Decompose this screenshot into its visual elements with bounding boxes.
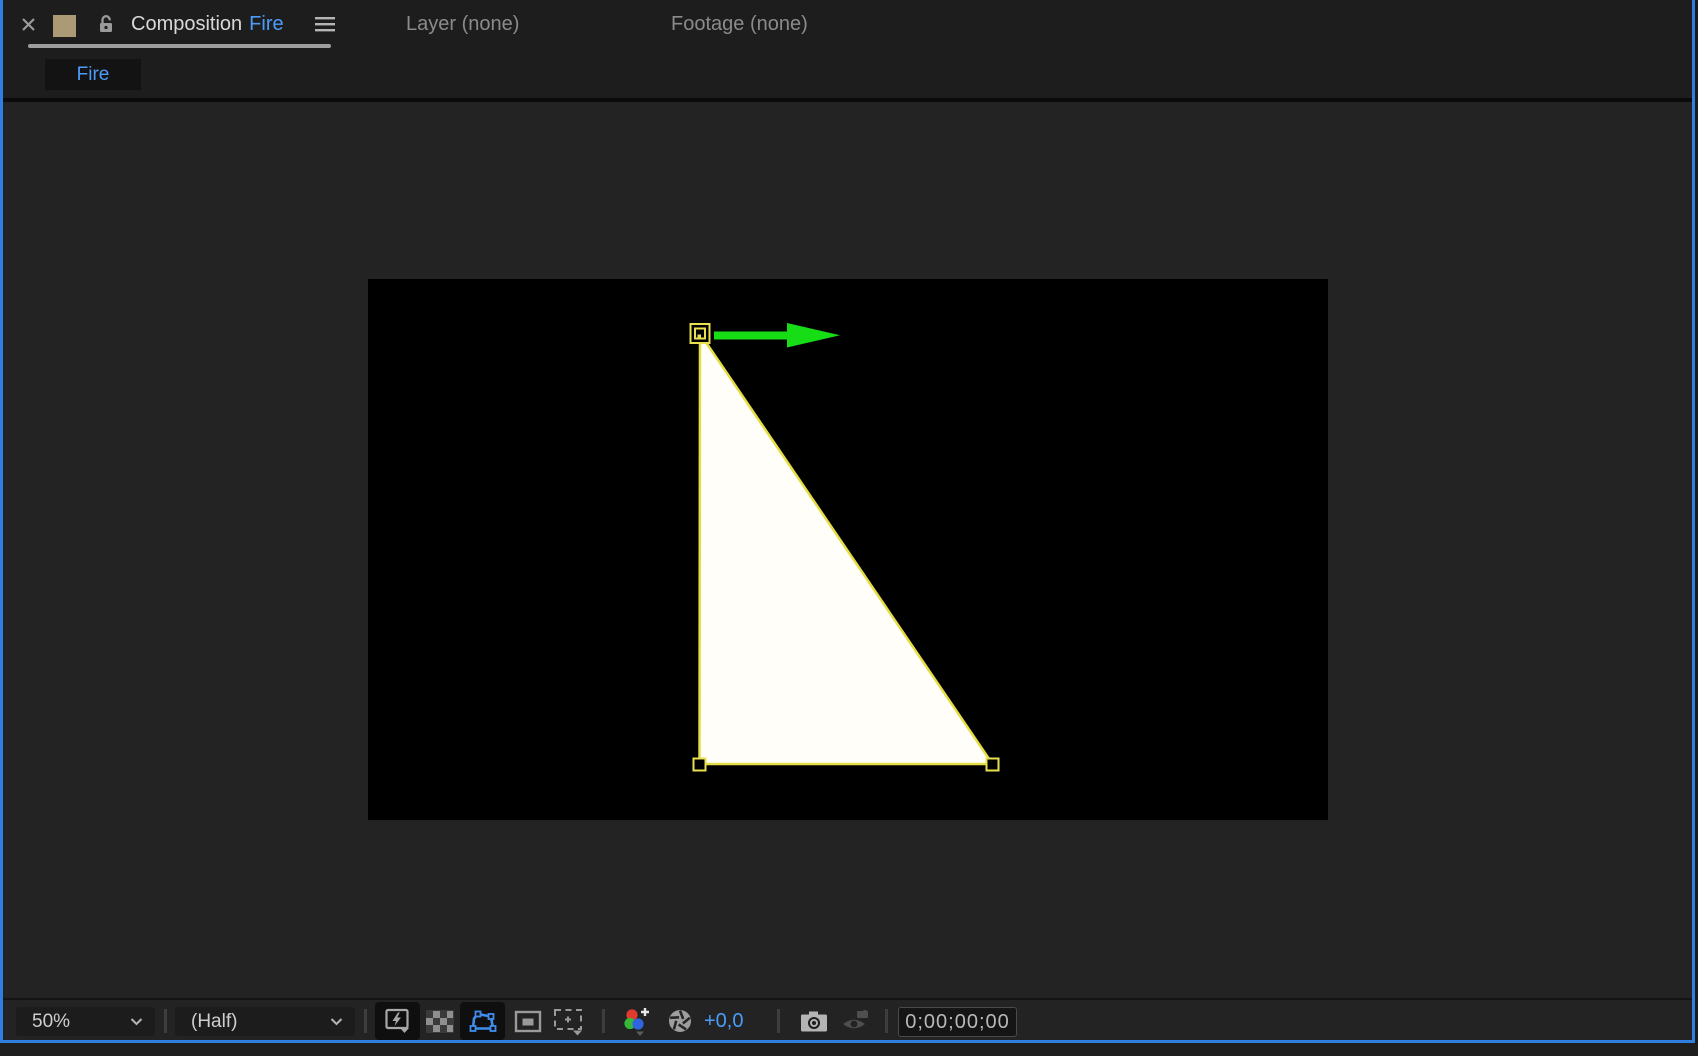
active-tab-underline bbox=[28, 44, 331, 48]
toolbar-separator bbox=[777, 1009, 780, 1033]
timecode-field[interactable]: 0;00;00;00 bbox=[898, 1007, 1017, 1037]
rgb-channels-icon bbox=[621, 1006, 653, 1037]
magnification-value: 50% bbox=[32, 1011, 70, 1033]
tab-footage[interactable]: Footage (none) bbox=[671, 0, 808, 48]
first-vertex-dot bbox=[698, 335, 702, 339]
panel-color-swatch bbox=[53, 15, 76, 37]
region-of-interest-button[interactable] bbox=[511, 1002, 545, 1040]
tab-composition[interactable]: Composition Fire bbox=[131, 0, 284, 48]
exposure-value[interactable]: +0,0 bbox=[704, 1007, 743, 1036]
grid-guides-icon bbox=[552, 1007, 586, 1036]
exposure-value-text: +0,0 bbox=[704, 1010, 743, 1033]
triangle-shape[interactable] bbox=[700, 334, 993, 765]
show-snapshot-button[interactable] bbox=[837, 1002, 875, 1040]
camera-icon bbox=[799, 1009, 829, 1033]
transparency-grid-button[interactable] bbox=[423, 1002, 457, 1040]
resolution-select[interactable]: (Half) bbox=[175, 1007, 355, 1036]
composition-panel: Composition Fire Layer (none) Footage (n… bbox=[0, 0, 1695, 1043]
magnification-select[interactable]: 50% bbox=[16, 1007, 155, 1036]
tab-layer[interactable]: Layer (none) bbox=[406, 0, 519, 48]
viewer-area[interactable] bbox=[3, 102, 1692, 998]
mask-visibility-button[interactable] bbox=[460, 1002, 505, 1040]
viewer-tab-label: Fire bbox=[77, 64, 110, 86]
tab-layer-label: Layer (none) bbox=[406, 13, 519, 36]
chevron-down-icon bbox=[330, 1018, 343, 1026]
snapshot-eye-icon bbox=[840, 1009, 872, 1034]
region-of-interest-icon bbox=[514, 1009, 542, 1033]
close-icon[interactable] bbox=[20, 0, 37, 48]
panel-header: Composition Fire Layer (none) Footage (n… bbox=[3, 0, 1692, 98]
toolbar-separator bbox=[602, 1009, 605, 1033]
tab-composition-title: Composition bbox=[131, 13, 242, 36]
exposure-reset-button[interactable] bbox=[664, 1002, 696, 1040]
grid-guides-button[interactable] bbox=[548, 1002, 590, 1040]
snapshot-button[interactable] bbox=[795, 1002, 833, 1040]
chevron-down-icon bbox=[130, 1018, 143, 1026]
tab-footage-label: Footage (none) bbox=[671, 13, 808, 36]
bottom-right-vertex-handle[interactable] bbox=[987, 759, 999, 771]
tab-composition-name: Fire bbox=[249, 13, 283, 36]
aperture-icon bbox=[667, 1008, 693, 1034]
composition-canvas[interactable] bbox=[368, 279, 1328, 820]
channel-settings-button[interactable] bbox=[617, 1002, 657, 1040]
toolbar-separator bbox=[885, 1009, 888, 1033]
panel-menu-icon[interactable] bbox=[314, 0, 336, 48]
panel-tab-row: Composition Fire Layer (none) Footage (n… bbox=[3, 0, 1692, 48]
bottom-left-vertex-handle[interactable] bbox=[694, 759, 706, 771]
toolbar-separator bbox=[364, 1009, 367, 1033]
shape-layer-svg bbox=[368, 279, 1328, 820]
transparency-grid-icon bbox=[426, 1010, 454, 1033]
viewer-tab-fire[interactable]: Fire bbox=[45, 59, 141, 90]
panel-edge-strip bbox=[0, 1043, 1698, 1056]
fast-previews-button[interactable] bbox=[375, 1002, 420, 1040]
timecode-value: 0;00;00;00 bbox=[905, 1011, 1010, 1034]
direction-arrow-icon bbox=[714, 323, 840, 348]
mask-visibility-icon bbox=[469, 1009, 497, 1034]
resolution-value: (Half) bbox=[191, 1011, 237, 1033]
toolbar-separator bbox=[164, 1009, 167, 1033]
unlock-icon[interactable] bbox=[96, 0, 116, 48]
fast-previews-icon bbox=[383, 1007, 413, 1035]
viewer-toolbar: 50% (Half) bbox=[3, 998, 1692, 1040]
